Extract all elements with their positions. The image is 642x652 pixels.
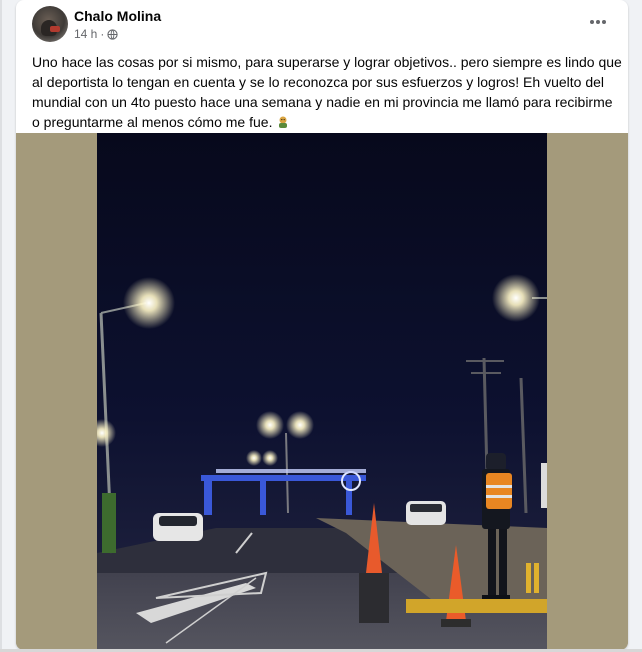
post-body: Uno hace las cosas por si mismo, para su… [32, 52, 622, 132]
author-name[interactable]: Chalo Molina [74, 8, 161, 24]
more-options-icon[interactable] [586, 10, 610, 34]
post-photo[interactable] [16, 133, 628, 650]
meta-separator: · [100, 27, 105, 41]
post-card: Chalo Molina 14 h · Uno hace las cosas p… [16, 0, 628, 650]
left-edge-divider [0, 0, 2, 652]
post-text: Uno hace las cosas por si mismo, para su… [32, 54, 622, 130]
face-emoji-icon [276, 114, 290, 128]
post-timestamp[interactable]: 14 h [74, 27, 97, 41]
post-header: Chalo Molina 14 h · [16, 0, 628, 46]
avatar[interactable] [32, 6, 68, 42]
globe-icon [107, 28, 118, 40]
avatar-shirt [50, 26, 60, 32]
post-meta: 14 h · [74, 27, 118, 41]
night-street-photo [16, 133, 628, 650]
